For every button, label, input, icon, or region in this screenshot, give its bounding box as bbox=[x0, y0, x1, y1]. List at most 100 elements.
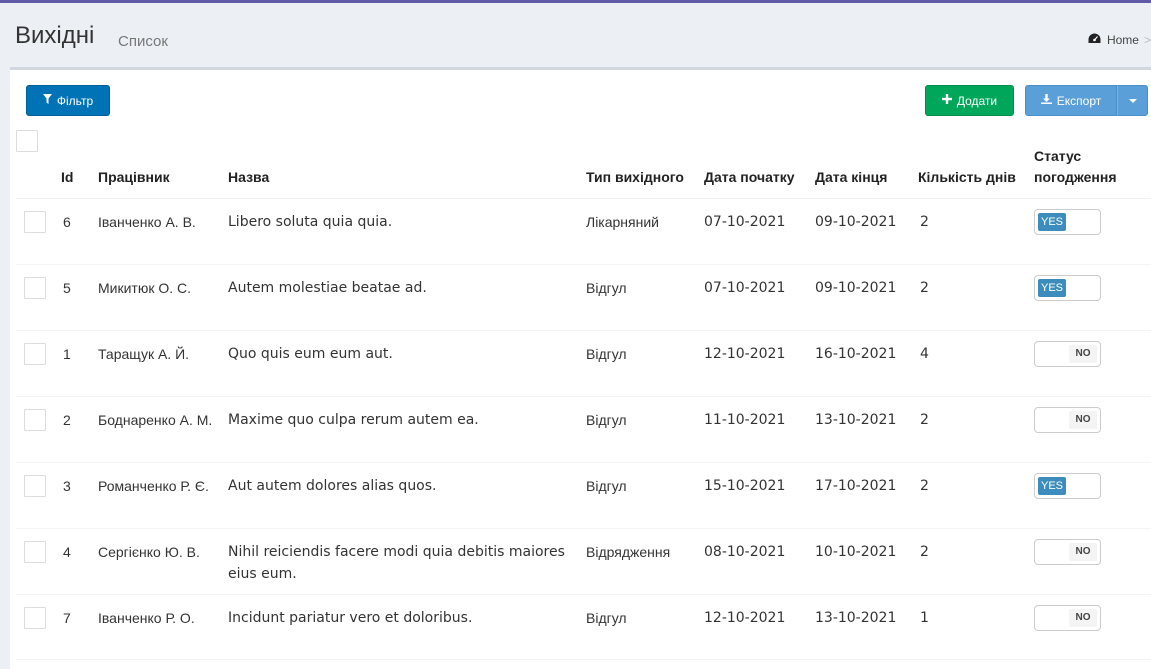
cell-id: 4 bbox=[61, 528, 98, 595]
add-button[interactable]: Додати bbox=[925, 85, 1014, 116]
cell-employee: Іванченко А. В. bbox=[98, 198, 228, 265]
cell-end-date: 13-10-2021 bbox=[815, 594, 918, 660]
cell-id: 5 bbox=[61, 264, 98, 331]
select-all-checkbox[interactable] bbox=[16, 129, 38, 152]
table-row[interactable]: 2 Боднаренко А. М. Maxime quo culpa rerum … bbox=[16, 396, 1151, 463]
cell-id: 1 bbox=[61, 330, 98, 397]
cell-title: Aut autem dolores alias quos. bbox=[228, 462, 586, 529]
cell-type: Відрядження bbox=[586, 528, 704, 595]
filter-icon bbox=[42, 94, 52, 107]
approval-toggle-label: NO bbox=[1069, 608, 1097, 627]
column-header-days[interactable]: Кількість днів bbox=[918, 129, 1034, 199]
cell-employee: Микитюк О. С. bbox=[98, 264, 228, 331]
approval-toggle-label: YES bbox=[1038, 278, 1066, 297]
approval-toggle[interactable]: NO bbox=[1034, 604, 1101, 631]
cell-title: Maxime quo culpa rerum autem ea. bbox=[228, 396, 586, 463]
cell-days: 4 bbox=[918, 330, 1034, 397]
cell-type: Лікарняний bbox=[586, 198, 704, 265]
export-button-label: Експорт bbox=[1056, 93, 1102, 108]
table-row[interactable]: 3 Романченко Р. Є. Aut autem dolores alias… bbox=[16, 462, 1151, 529]
row-select-checkbox[interactable] bbox=[24, 606, 46, 629]
row-select-checkbox[interactable] bbox=[24, 276, 46, 299]
leaves-table: Id Працівник Назва Тип вихідного Дата по… bbox=[16, 129, 1151, 660]
row-select-checkbox[interactable] bbox=[24, 342, 46, 365]
row-select-checkbox[interactable] bbox=[24, 210, 46, 233]
cell-title: Libero soluta quia quia. bbox=[228, 198, 586, 265]
cell-days: 1 bbox=[918, 594, 1034, 660]
cell-employee: Іванченко Р. О. bbox=[98, 594, 228, 660]
cell-employee: Сергієнко Ю. В. bbox=[98, 528, 228, 595]
cell-days: 2 bbox=[918, 396, 1034, 463]
approval-toggle[interactable]: NO bbox=[1034, 406, 1101, 433]
table-row[interactable]: 5 Микитюк О. С. Autem molestiae beatae ad.… bbox=[16, 264, 1151, 331]
cell-start-date: 07-10-2021 bbox=[704, 198, 815, 265]
approval-toggle[interactable]: NO bbox=[1034, 538, 1101, 565]
cell-start-date: 15-10-2021 bbox=[704, 462, 815, 529]
cell-start-date: 12-10-2021 bbox=[704, 594, 815, 660]
approval-toggle[interactable]: YES bbox=[1034, 274, 1101, 301]
cell-end-date: 10-10-2021 bbox=[815, 528, 918, 595]
row-select-checkbox[interactable] bbox=[24, 540, 46, 563]
column-header-status[interactable]: Статус погодження bbox=[1034, 129, 1151, 199]
export-button[interactable]: Експорт bbox=[1025, 85, 1117, 116]
table-row[interactable]: 1 Таращук А. Й. Quo quis eum eum aut. Відгу… bbox=[16, 330, 1151, 397]
cell-end-date: 13-10-2021 bbox=[815, 396, 918, 463]
table-row[interactable]: 7 Іванченко Р. О. Incidunt pariatur vero e… bbox=[16, 594, 1151, 660]
cell-end-date: 09-10-2021 bbox=[815, 264, 918, 331]
cell-end-date: 17-10-2021 bbox=[815, 462, 918, 529]
cell-title: Incidunt pariatur vero et doloribus. bbox=[228, 594, 586, 660]
cell-days: 2 bbox=[918, 264, 1034, 331]
content-header: Вихідні Список Home > bbox=[0, 3, 1151, 67]
approval-toggle-label: YES bbox=[1038, 476, 1066, 495]
filter-button[interactable]: Фільтр bbox=[26, 85, 110, 116]
approval-toggle[interactable]: NO bbox=[1034, 340, 1101, 367]
export-dropdown-toggle[interactable] bbox=[1117, 85, 1148, 116]
column-header-id[interactable]: Id bbox=[61, 129, 98, 199]
list-box: Фільтр Додати Експорт Id Працівник Назва… bbox=[10, 67, 1151, 669]
column-header-type[interactable]: Тип вихідного bbox=[586, 129, 704, 199]
cell-start-date: 11-10-2021 bbox=[704, 396, 815, 463]
column-header-end-date[interactable]: Дата кінця bbox=[815, 129, 918, 199]
table-header-row: Id Працівник Назва Тип вихідного Дата по… bbox=[16, 129, 1151, 199]
cell-id: 3 bbox=[61, 462, 98, 529]
page-subtitle: Список bbox=[118, 33, 168, 50]
cell-employee: Боднаренко А. М. bbox=[98, 396, 228, 463]
breadcrumb: Home > bbox=[1088, 32, 1151, 47]
approval-toggle-label: NO bbox=[1069, 410, 1097, 429]
cell-type: Відгул bbox=[586, 264, 704, 331]
cell-title: Quo quis eum eum aut. bbox=[228, 330, 586, 397]
cell-end-date: 16-10-2021 bbox=[815, 330, 918, 397]
cell-title: Nihil reiciendis facere modi quia debiti… bbox=[228, 528, 586, 595]
table-row[interactable]: 4 Сергієнко Ю. В. Nihil reiciendis facere … bbox=[16, 528, 1151, 595]
cell-type: Відгул bbox=[586, 396, 704, 463]
cell-days: 2 bbox=[918, 462, 1034, 529]
add-button-label: Додати bbox=[956, 93, 998, 108]
breadcrumb-home-link[interactable]: Home bbox=[1107, 33, 1139, 47]
cell-end-date: 09-10-2021 bbox=[815, 198, 918, 265]
table-row[interactable]: 6 Іванченко А. В. Libero soluta quia quia.… bbox=[16, 198, 1151, 265]
column-header-title[interactable]: Назва bbox=[228, 129, 586, 199]
cell-employee: Романченко Р. Є. bbox=[98, 462, 228, 529]
cell-title: Autem molestiae beatae ad. bbox=[228, 264, 586, 331]
row-select-checkbox[interactable] bbox=[24, 474, 46, 497]
cell-type: Відгул bbox=[586, 462, 704, 529]
approval-toggle[interactable]: YES bbox=[1034, 472, 1101, 499]
cell-days: 2 bbox=[918, 528, 1034, 595]
column-header-employee[interactable]: Працівник bbox=[98, 129, 228, 199]
column-header-start-date[interactable]: Дата початку bbox=[704, 129, 815, 199]
caret-down-icon bbox=[1128, 98, 1137, 103]
cell-start-date: 08-10-2021 bbox=[704, 528, 815, 595]
cell-id: 7 bbox=[61, 594, 98, 660]
row-select-checkbox[interactable] bbox=[24, 408, 46, 431]
cell-start-date: 12-10-2021 bbox=[704, 330, 815, 397]
approval-toggle-label: NO bbox=[1069, 542, 1097, 561]
page-title: Вихідні bbox=[15, 22, 95, 49]
approval-toggle-label: NO bbox=[1069, 344, 1097, 363]
cell-start-date: 07-10-2021 bbox=[704, 264, 815, 331]
download-icon bbox=[1040, 94, 1052, 107]
approval-toggle[interactable]: YES bbox=[1034, 208, 1101, 235]
cell-id: 2 bbox=[61, 396, 98, 463]
cell-days: 2 bbox=[918, 198, 1034, 265]
cell-id: 6 bbox=[61, 198, 98, 265]
cell-type: Відгул bbox=[586, 330, 704, 397]
